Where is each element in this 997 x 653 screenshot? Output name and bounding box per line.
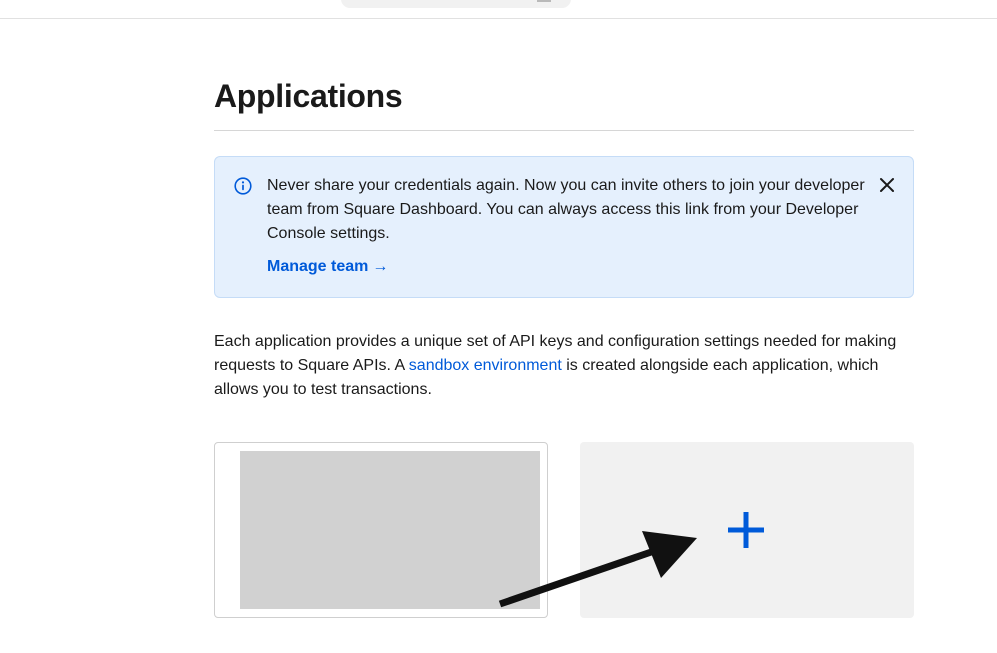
manage-team-link[interactable]: Manage team → <box>267 258 388 276</box>
top-bar <box>0 0 997 19</box>
page: Applications Never share your credential… <box>0 0 997 653</box>
banner-message: Never share your credentials again. Now … <box>267 177 865 242</box>
manage-team-label: Manage team <box>267 258 369 275</box>
arrow-right-icon: → <box>372 258 389 275</box>
add-application-button[interactable] <box>580 442 914 618</box>
info-banner: Never share your credentials again. Now … <box>214 156 914 298</box>
page-title: Applications <box>214 78 403 114</box>
search-icon[interactable] <box>537 0 551 2</box>
divider <box>214 130 914 131</box>
application-card[interactable] <box>214 442 548 618</box>
applications-description: Each application provides a unique set o… <box>214 330 914 402</box>
application-thumbnail <box>240 451 540 609</box>
sandbox-environment-link[interactable]: sandbox environment <box>409 357 562 374</box>
plus-icon <box>728 512 764 548</box>
close-icon[interactable] <box>879 177 895 193</box>
info-icon <box>234 177 252 195</box>
